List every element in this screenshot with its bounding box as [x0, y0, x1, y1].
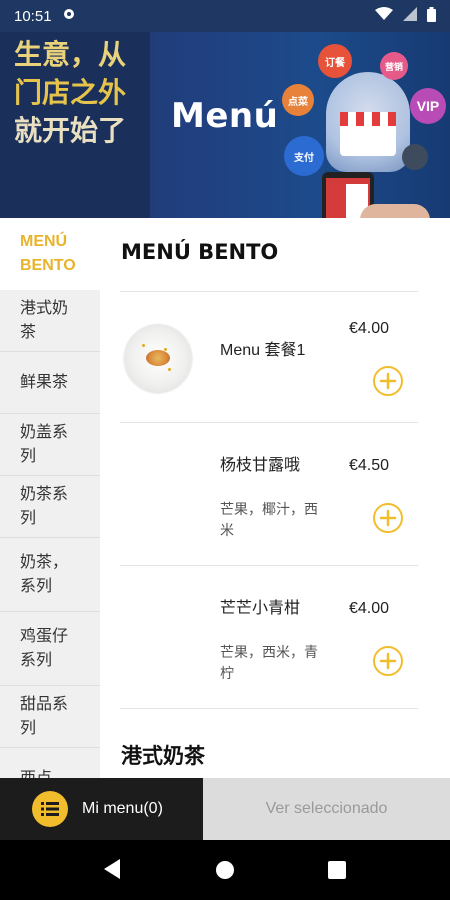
category-sidebar: MENÚ BENTO 港式奶茶 鲜果茶 奶盖系列 奶茶系列 奶茶，系列 鸡蛋仔系…	[0, 218, 100, 778]
plus-icon	[379, 372, 397, 390]
section-title-hk-milk-tea: 港式奶茶	[121, 745, 205, 768]
back-triangle-icon[interactable]	[102, 858, 122, 885]
menu-item: 杨枝甘露哦 芒果，椰汁，西米 €4.50	[100, 423, 450, 565]
add-item-button[interactable]	[373, 366, 403, 396]
sidebar-item-egg-waffle[interactable]: 鸡蛋仔系列	[0, 612, 100, 686]
menu-banner: 生意，从 门店之外 就开始了 订餐 营销 点菜 VIP 支付 Menú	[0, 32, 450, 218]
banner-bubble: 订餐	[318, 44, 352, 78]
slogan-line-3: 就开始了	[14, 114, 127, 147]
banner-bubble: 支付	[284, 136, 324, 176]
sidebar-item-western-pastry[interactable]: 西点	[0, 748, 100, 779]
status-time: 10:51	[14, 7, 52, 25]
list-icon	[32, 791, 68, 827]
my-menu-label: Mi menu(0)	[82, 800, 163, 817]
plus-icon	[379, 509, 397, 527]
sidebar-item-milk-tea[interactable]: 奶茶系列	[0, 476, 100, 538]
home-circle-icon[interactable]	[215, 860, 235, 885]
menu-item: 芒芒小青柑 芒果，西米，青柠 €4.00	[100, 566, 450, 708]
recents-square-icon[interactable]	[328, 861, 346, 884]
menu-item-price: €4.00	[349, 600, 390, 617]
menu-item-name: 杨枝甘露哦	[220, 457, 301, 474]
menu-item-price: €4.50	[349, 457, 390, 474]
menu-item-description: 芒果，西米，青柠	[220, 644, 318, 681]
slogan-line-1: 生意，从	[14, 38, 127, 71]
sidebar-item-fruit-tea[interactable]: 鲜果茶	[0, 352, 100, 414]
add-item-button[interactable]	[373, 646, 403, 676]
bottom-bar: Mi menu(0) Ver seleccionado	[0, 778, 450, 840]
menu-item-price: €4.00	[349, 320, 390, 337]
battery-icon	[427, 6, 436, 26]
view-selected-button[interactable]: Ver seleccionado	[203, 778, 450, 840]
banner-bubble: 点菜	[282, 84, 314, 116]
menu-item-description: 芒果，椰汁，西米	[220, 501, 318, 538]
banner-title: Menú	[171, 96, 279, 136]
divider	[120, 708, 418, 709]
section-title-menu-bento: MENÚ BENTO	[121, 240, 279, 264]
menu-item-name: Menu 套餐1	[220, 342, 306, 359]
banner-bubble: VIP	[410, 88, 446, 124]
hand-illustration	[360, 204, 430, 218]
slogan-line-2: 门店之外	[14, 76, 127, 109]
menu-item-name: 芒芒小青柑	[220, 600, 301, 617]
status-bar: 10:51	[0, 0, 450, 32]
sidebar-item-menu-bento[interactable]: MENÚ BENTO	[0, 218, 100, 290]
plus-icon	[379, 652, 397, 670]
wifi-icon	[375, 7, 393, 25]
menu-content: MENÚ BENTO Menu 套餐1 €4.00 杨枝甘露哦 芒果，椰汁，西米…	[100, 218, 450, 778]
sidebar-item-milk-tea-series[interactable]: 奶茶，系列	[0, 538, 100, 612]
sidebar-item-hk-milk-tea[interactable]: 港式奶茶	[0, 290, 100, 352]
my-menu-button[interactable]: Mi menu(0)	[0, 778, 203, 840]
android-nav-bar	[0, 840, 450, 900]
banner-bubble: 营销	[380, 52, 408, 80]
add-item-button[interactable]	[373, 503, 403, 533]
shop-illustration	[340, 112, 396, 156]
sidebar-item-milk-foam[interactable]: 奶盖系列	[0, 414, 100, 476]
signal-icon	[403, 7, 417, 25]
menu-item: Menu 套餐1 €4.00	[100, 292, 450, 422]
banner-slogan: 生意，从 门店之外 就开始了	[14, 36, 126, 150]
banner-bubble	[402, 144, 428, 170]
menu-item-image[interactable]	[124, 324, 192, 392]
sidebar-item-desserts[interactable]: 甜品系列	[0, 686, 100, 748]
settings-gear-icon	[62, 7, 76, 25]
